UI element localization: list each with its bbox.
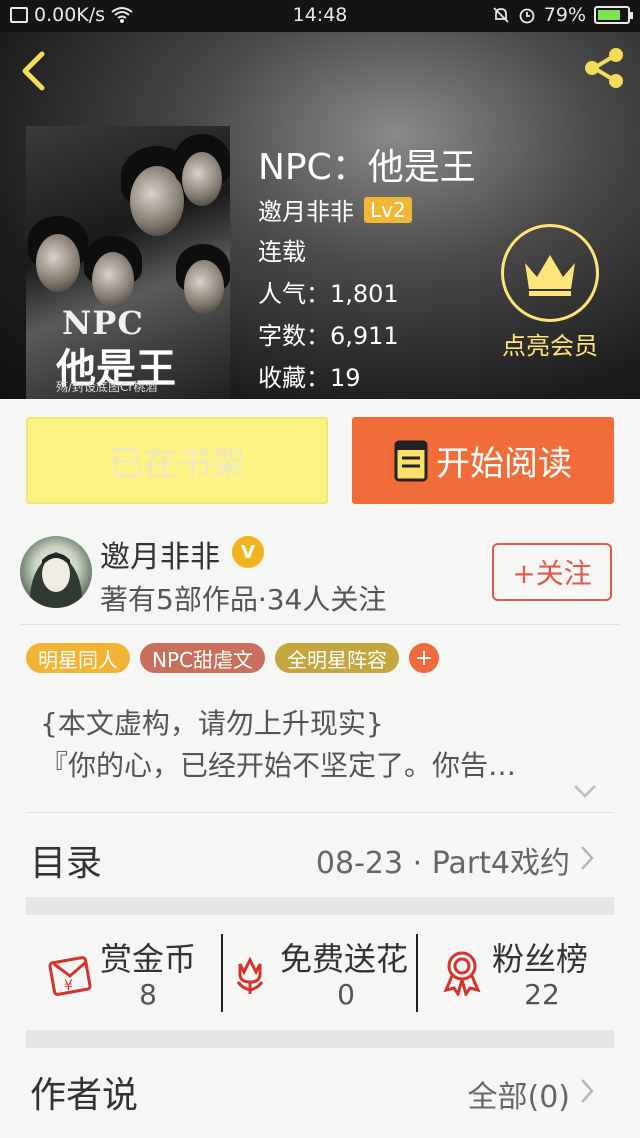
author-avatar[interactable] xyxy=(20,536,92,608)
book-popularity: 人气：1,801 xyxy=(258,280,399,308)
author-name[interactable]: 邀月非非 xyxy=(100,532,220,576)
author-stats: 著有5部作品·34人关注 xyxy=(100,583,387,616)
stat-label: 免费送花 xyxy=(280,940,409,978)
divider xyxy=(416,934,418,1012)
tag-item[interactable]: 明星同人 xyxy=(26,643,130,673)
status-bar: 0.00K/s 14:48 79% xyxy=(0,0,640,32)
add-tag-button[interactable]: + xyxy=(409,643,439,673)
stat-label: 赏金币 xyxy=(100,940,197,978)
stat-label: 粉丝榜 xyxy=(492,940,589,978)
book-author[interactable]: 邀月非非 xyxy=(258,192,354,227)
section-separator xyxy=(26,1030,614,1048)
catalogue-label: 目录 xyxy=(30,843,103,884)
alarm-icon xyxy=(519,8,535,24)
description-line2: 『你的心，已经开始不坚定了。你告… xyxy=(40,749,517,782)
start-reading-button[interactable]: 开始阅读 xyxy=(352,417,614,504)
tag-list: 明星同人 NPC甜虐文 全明星阵容 + xyxy=(26,643,439,673)
chevron-right-icon xyxy=(581,846,594,870)
latest-chapter: 08-23 · Part4戏约 xyxy=(315,846,570,881)
mute-bell-icon xyxy=(493,7,509,23)
stat-count: 22 xyxy=(524,978,560,1011)
description-line1: {本文虚构，请勿上升现实} xyxy=(40,707,384,740)
crown-icon xyxy=(525,255,575,296)
book-cover: NPC 他是王 殇/封设底图Cr桃酒 xyxy=(26,126,230,399)
book-status: 连载 xyxy=(258,238,306,266)
on-shelf-button[interactable]: 已在书架 xyxy=(26,417,328,504)
share-icon[interactable] xyxy=(580,44,628,92)
author-says-all: 全部(0) xyxy=(467,1080,571,1115)
book-icon xyxy=(394,440,428,481)
verified-badge-icon: V xyxy=(232,536,264,568)
section-separator xyxy=(26,897,614,915)
flower-icon xyxy=(236,956,264,994)
stat-count: 8 xyxy=(139,978,157,1011)
divider xyxy=(26,812,614,813)
on-shelf-label: 已在书架 xyxy=(109,444,245,484)
chevron-down-icon[interactable] xyxy=(572,782,598,800)
start-reading-label: 开始阅读 xyxy=(436,444,572,484)
red-envelope-icon: ¥ xyxy=(48,956,92,996)
author-level-badge: Lv2 xyxy=(364,196,412,223)
book-title: NPC：他是王 xyxy=(258,147,476,188)
svg-text:¥: ¥ xyxy=(64,978,73,994)
book-header: NPC 他是王 殇/封设底图Cr桃酒 NPC：他是王 邀月非非 Lv2 连载 人… xyxy=(0,32,640,399)
ribbon-medal-icon xyxy=(443,951,481,996)
battery-percent: 79% xyxy=(543,4,586,26)
cover-credit: 殇/封设底图Cr桃酒 xyxy=(56,380,158,394)
vip-label: 点亮会员 xyxy=(502,332,598,360)
divider xyxy=(20,624,620,625)
tag-item[interactable]: NPC甜虐文 xyxy=(140,643,265,673)
divider xyxy=(221,934,223,1012)
battery-icon xyxy=(594,6,633,24)
tag-item[interactable]: 全明星阵容 xyxy=(275,643,399,673)
back-arrow-icon[interactable] xyxy=(16,48,52,94)
book-favorites: 收藏：19 xyxy=(258,364,361,392)
follow-label: +关注 xyxy=(512,557,592,590)
stat-count: 0 xyxy=(337,978,355,1011)
vip-member-button[interactable]: 点亮会员 xyxy=(498,224,602,361)
chevron-right-icon xyxy=(581,1079,594,1103)
author-says-label: 作者说 xyxy=(30,1075,139,1116)
book-word-count: 字数：6,911 xyxy=(258,322,399,350)
follow-button[interactable]: +关注 xyxy=(492,543,612,601)
